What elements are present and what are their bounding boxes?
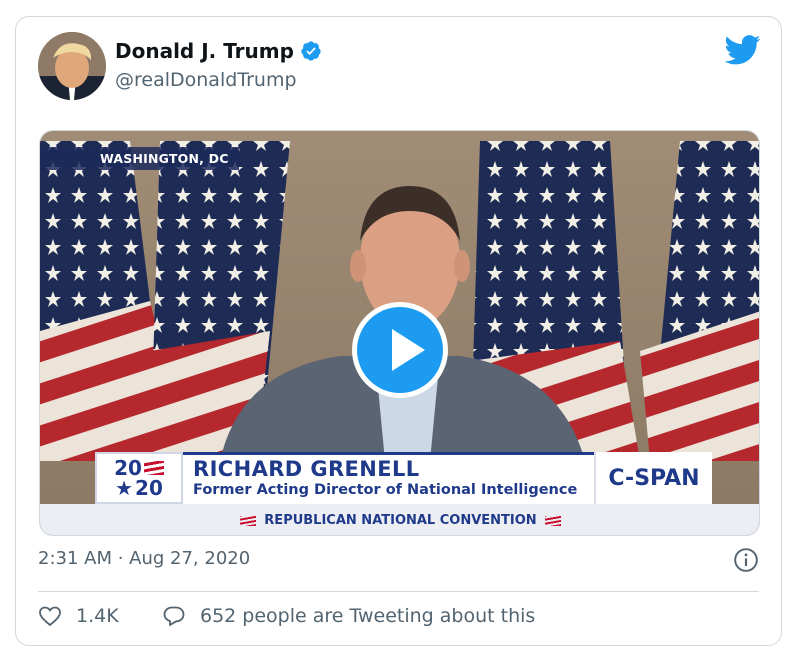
banner-stripe-icon — [240, 515, 257, 526]
author-name-row[interactable]: Donald J. Trump — [115, 39, 322, 63]
divider — [38, 591, 759, 592]
author-handle[interactable]: @realDonaldTrump — [115, 69, 297, 91]
like-count: 1.4K — [76, 605, 119, 627]
reply-button[interactable]: 652 people are Tweeting about this — [162, 604, 535, 628]
reply-text: 652 people are Tweeting about this — [200, 605, 536, 627]
logo-star: ★ — [115, 476, 134, 500]
verified-badge-icon — [301, 41, 321, 61]
twitter-bird-icon[interactable] — [725, 35, 761, 65]
network-logo: C-SPAN — [594, 452, 712, 504]
speaker-title: Former Acting Director of National Intel… — [193, 482, 578, 498]
video-player[interactable]: WASHINGTON, DC 20 ★ 20 RICHARD GRENELL F… — [39, 130, 760, 536]
lower-third-text: RICHARD GRENELL Former Acting Director o… — [183, 452, 594, 504]
avatar[interactable] — [38, 32, 106, 100]
play-icon — [392, 329, 425, 371]
play-button[interactable] — [352, 302, 448, 398]
convention-banner: REPUBLICAN NATIONAL CONVENTION — [40, 504, 759, 535]
location-chyron: WASHINGTON, DC — [40, 147, 239, 170]
tweet-card: Donald J. Trump @realDonaldTrump WASHING… — [15, 16, 782, 646]
banner-text: REPUBLICAN NATIONAL CONVENTION — [264, 513, 537, 528]
logo-year-top: 20 — [114, 456, 142, 480]
lower-third: 20 ★ 20 RICHARD GRENELL Former Acting Di… — [95, 452, 712, 504]
heart-icon — [39, 606, 61, 627]
speaker-name: RICHARD GRENELL — [193, 457, 420, 481]
like-button[interactable]: 1.4K — [38, 604, 119, 628]
tweet-timestamp[interactable]: 2:31 AM · Aug 27, 2020 — [38, 548, 250, 569]
banner-stripe-icon — [544, 515, 561, 526]
logo-stripes — [143, 461, 164, 475]
info-icon[interactable] — [733, 547, 759, 573]
author-name[interactable]: Donald J. Trump — [115, 39, 294, 63]
rnc-2020-logo: 20 ★ 20 — [95, 452, 183, 504]
logo-year-bottom: 20 — [135, 476, 163, 500]
reply-bubble-icon — [163, 606, 185, 626]
